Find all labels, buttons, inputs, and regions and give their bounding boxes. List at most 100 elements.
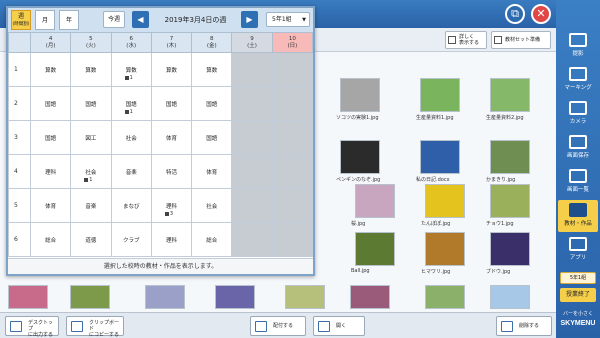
file-thumbnail[interactable]: [70, 285, 110, 309]
sidebar-item-camera[interactable]: カメラ: [558, 98, 598, 130]
detail-view-button[interactable]: 詳しく 表示する: [445, 31, 487, 49]
day-header[interactable]: 7 (木): [150, 32, 193, 53]
subject-cell[interactable]: 体育: [29, 188, 72, 223]
delete-button[interactable]: 削除する: [496, 316, 552, 336]
open-button[interactable]: 開く: [313, 316, 365, 336]
file-thumbnail[interactable]: [340, 140, 380, 174]
subject-cell[interactable]: 道徳: [70, 222, 112, 257]
day-header[interactable]: 10 (日): [271, 32, 314, 53]
file-thumbnail[interactable]: [355, 232, 395, 266]
subject-cell[interactable]: 算数: [70, 52, 112, 87]
file-thumbnail[interactable]: [425, 184, 465, 218]
file-thumbnail[interactable]: [285, 285, 325, 309]
file-thumbnail[interactable]: [425, 232, 465, 266]
subject-name: 音楽: [85, 203, 97, 210]
subject-cell[interactable]: 算数: [29, 52, 72, 87]
bottom-toolbar: デスクトップ に出力する クリップボード にコピーする 配付する 開く 削除する: [0, 312, 556, 338]
subject-cell[interactable]: 国語: [29, 120, 72, 155]
day-header[interactable]: 6 (水): [110, 32, 152, 53]
file-thumbnail[interactable]: [355, 184, 395, 218]
brand-logo[interactable]: バーを小さく SKYMENU: [556, 310, 600, 329]
subject-cell[interactable]: 理科: [150, 222, 193, 257]
sidebar-item-materials[interactable]: 教材・作品: [558, 200, 598, 232]
subject-cell[interactable]: 図工: [70, 120, 112, 155]
day-number: 5: [89, 35, 93, 42]
weekend-cell: [271, 188, 314, 223]
subject-name: まなび: [122, 203, 140, 210]
sidebar-item-screen-save[interactable]: 画面保存: [558, 132, 598, 164]
day-of-week: (金): [206, 42, 217, 49]
subject-name: 国語: [206, 135, 218, 142]
subject-cell[interactable]: 国語: [70, 86, 112, 121]
day-header[interactable]: 8 (金): [191, 32, 233, 53]
file-thumbnail[interactable]: [490, 78, 530, 112]
timetable: 4 (月) 5 (火) 6 (水) 7 (木) 8 (金) 9 (土) 10 (日) 1 算数 算数 算数 1 算数…: [8, 32, 314, 257]
weekend-cell: [231, 120, 273, 155]
this-week-button[interactable]: 今週: [103, 11, 125, 28]
file-thumbnail[interactable]: [145, 285, 185, 309]
subject-cell[interactable]: 体育: [150, 120, 193, 155]
weekend-cell: [271, 222, 314, 257]
subject-cell[interactable]: 体育: [191, 154, 233, 189]
sidebar-item-marking[interactable]: マーキング: [558, 64, 598, 96]
subject-cell[interactable]: 社会: [110, 120, 152, 155]
material-set-button[interactable]: 教材セット準備: [491, 31, 551, 49]
subject-cell[interactable]: 音楽: [110, 154, 152, 189]
subject-cell[interactable]: 総合: [191, 222, 233, 257]
clipboard-copy-button[interactable]: クリップボード にコピーする: [66, 316, 124, 338]
mode-year-button[interactable]: 年: [59, 10, 79, 30]
prev-week-icon[interactable]: ◀: [132, 11, 149, 28]
subject-cell[interactable]: 理科: [29, 154, 72, 189]
subject-cell[interactable]: 特活: [150, 154, 193, 189]
file-thumbnail[interactable]: [215, 285, 255, 309]
file-thumbnail[interactable]: [8, 285, 48, 309]
file-thumbnail[interactable]: [425, 285, 465, 309]
subject-cell[interactable]: 算数 1: [110, 52, 152, 87]
subject-cell[interactable]: クラブ: [110, 222, 152, 257]
file-name: 私の日記.docx: [416, 177, 450, 183]
day-header[interactable]: 9 (土): [231, 32, 273, 53]
sidebar-item-screen-list[interactable]: 画面一覧: [558, 166, 598, 198]
day-header[interactable]: 4 (月): [29, 32, 72, 53]
close-icon[interactable]: ✕: [531, 4, 551, 24]
file-thumbnail[interactable]: [420, 140, 460, 174]
subject-name: 算数: [165, 67, 177, 74]
file-thumbnail[interactable]: [490, 140, 530, 174]
desktop-output-button[interactable]: デスクトップ に出力する: [5, 316, 59, 338]
window-mode-icon[interactable]: ⧉: [505, 4, 525, 24]
sidebar-item-present[interactable]: 提影: [558, 30, 598, 62]
sidebar-item-apps[interactable]: アプリ: [558, 234, 598, 266]
subject-cell[interactable]: 国語: [29, 86, 72, 121]
subject-cell[interactable]: 算数: [191, 52, 233, 87]
subject-cell[interactable]: 算数: [150, 52, 193, 87]
subject-cell[interactable]: 総合: [29, 222, 72, 257]
subject-cell[interactable]: 国語: [191, 86, 233, 121]
file-thumbnail[interactable]: [490, 184, 530, 218]
subject-cell[interactable]: 音楽: [70, 188, 112, 223]
mode-week-button[interactable]: 週 (時間割): [11, 10, 31, 30]
subject-cell[interactable]: 社会 1: [70, 154, 112, 189]
file-thumbnail[interactable]: [420, 78, 460, 112]
distribute-button[interactable]: 配付する: [250, 316, 306, 336]
subject-cell[interactable]: 理科 3: [150, 188, 193, 223]
subject-cell[interactable]: まなび: [110, 188, 152, 223]
next-week-icon[interactable]: ▶: [241, 11, 258, 28]
file-thumbnail[interactable]: [490, 285, 530, 309]
subject-cell[interactable]: 国語: [191, 120, 233, 155]
subject-cell[interactable]: 国語 1: [110, 86, 152, 121]
end-class-button[interactable]: 授業終了: [560, 288, 596, 302]
subject-name: 国語: [45, 135, 57, 142]
file-thumbnail[interactable]: [490, 232, 530, 266]
file-thumbnail[interactable]: [340, 78, 380, 112]
file-name: ペンギンのなぞ.jpg: [336, 177, 381, 183]
file-thumbnail[interactable]: [350, 285, 390, 309]
subject-name: 特活: [165, 169, 177, 176]
day-header[interactable]: 5 (火): [70, 32, 112, 53]
file-name: Ball.jpg: [351, 268, 370, 274]
class-select[interactable]: 5年1組 ▼: [266, 12, 310, 27]
subject-cell[interactable]: 国語: [150, 86, 193, 121]
material-count: 1: [129, 75, 133, 81]
subject-cell[interactable]: 社会: [191, 188, 233, 223]
file-name: ブドウ.jpg: [486, 269, 511, 275]
mode-month-button[interactable]: 月: [35, 10, 55, 30]
